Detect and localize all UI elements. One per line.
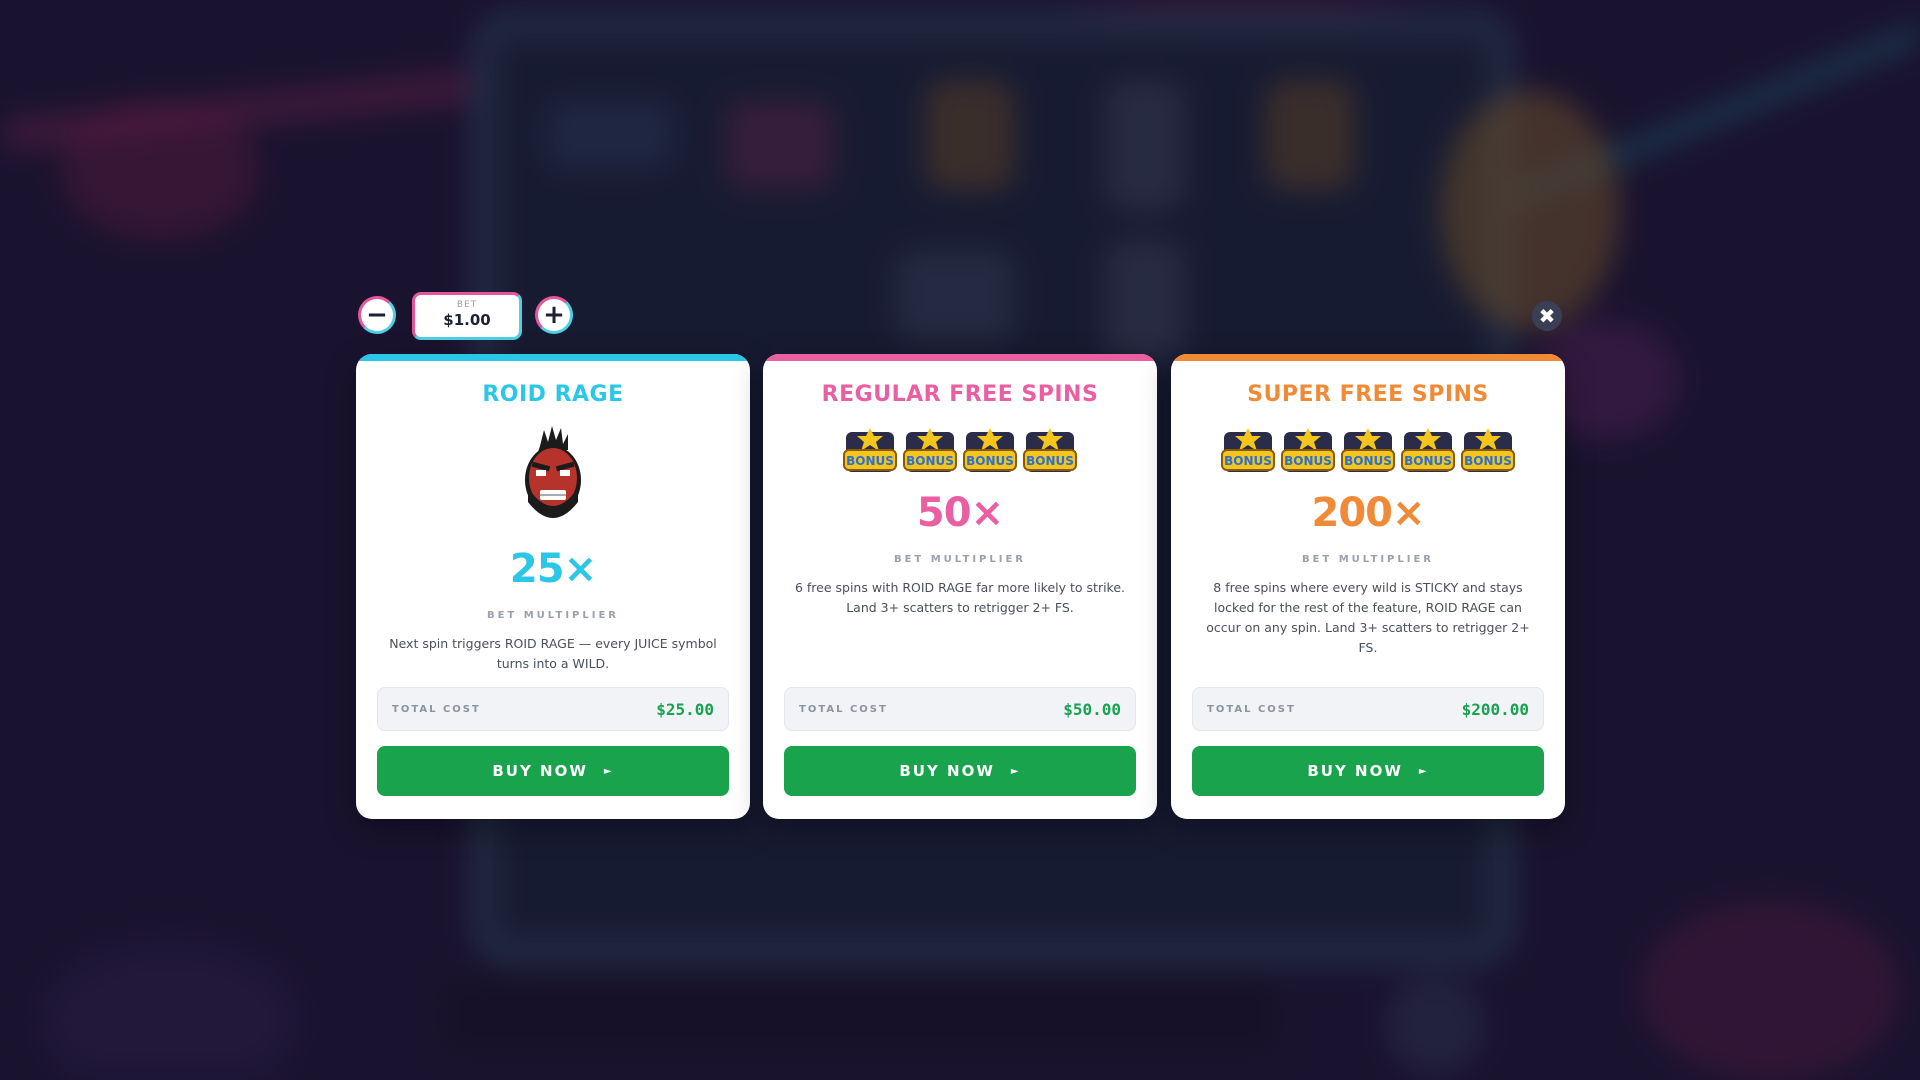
bet-display: BET $1.00 (412, 292, 522, 340)
feature-card-roid-rage: ROID RAGE 25× BET MULTIPLIER Next spin t… (356, 354, 750, 819)
card-description: 8 free spins where every wild is STICKY … (1206, 580, 1530, 655)
total-cost-label: TOTAL COST (1207, 703, 1296, 715)
bonus-scatter-icon: BONUS (1221, 428, 1275, 472)
bonus-scatter-icon: BONUS (1023, 428, 1077, 472)
svg-text:BONUS: BONUS (1404, 454, 1452, 468)
bet-multiplier: 200× (1311, 490, 1425, 536)
bonus-scatter-icon: BONUS (903, 428, 957, 472)
svg-text:BONUS: BONUS (966, 454, 1014, 468)
buy-now-label: BUY NOW (492, 762, 588, 780)
svg-text:BONUS: BONUS (846, 454, 894, 468)
multiplier-label: BET MULTIPLIER (893, 554, 1027, 565)
play-arrow-icon: ► (603, 765, 614, 777)
card-title: SUPER FREE SPINS (1247, 382, 1489, 407)
bet-label: BET (456, 300, 478, 310)
scatter-icons: BONUS BONUS BONUS BONUS (763, 426, 1157, 478)
bonus-scatter-icon: BONUS (1281, 428, 1335, 472)
card-description: 6 free spins with ROID RAGE far more lik… (794, 580, 1126, 615)
close-icon: ✖ (1538, 304, 1556, 328)
svg-text:BONUS: BONUS (1464, 454, 1512, 468)
multiplier-label: BET MULTIPLIER (1301, 554, 1435, 565)
bonus-scatter-icon: BONUS (843, 428, 897, 472)
total-cost-box: TOTAL COST $25.00 (377, 687, 729, 731)
bet-increase-button[interactable]: + (535, 296, 573, 334)
buy-now-button[interactable]: BUY NOW ► (1192, 746, 1544, 796)
bonus-scatter-icon: BONUS (1461, 428, 1515, 472)
card-description: Next spin triggers ROID RAGE — every JUI… (389, 636, 717, 671)
feature-card-regular-free-spins: REGULAR FREE SPINS BONUS BONUS BONUS BON… (763, 354, 1157, 819)
angry-face-icon (525, 426, 581, 518)
buy-now-button[interactable]: BUY NOW ► (377, 746, 729, 796)
bonus-scatter-icon: BONUS (1401, 428, 1455, 472)
buy-now-label: BUY NOW (899, 762, 995, 780)
total-cost-label: TOTAL COST (799, 703, 888, 715)
play-arrow-icon: ► (1010, 765, 1021, 777)
bet-decrease-button[interactable]: − (358, 296, 396, 334)
multiplier-label: BET MULTIPLIER (486, 610, 620, 621)
card-title: REGULAR FREE SPINS (821, 382, 1099, 407)
total-cost-value: $25.00 (656, 699, 714, 719)
card-accent-bar (763, 354, 1157, 361)
bonus-scatter-icon: BONUS (963, 428, 1017, 472)
bet-multiplier: 50× (916, 490, 1004, 536)
bet-multiplier: 25× (509, 546, 597, 592)
bet-value: $1.00 (443, 311, 491, 329)
total-cost-value: $50.00 (1063, 699, 1121, 719)
svg-text:BONUS: BONUS (1224, 454, 1272, 468)
scatter-icons: BONUS BONUS BONUS BONUS BONUS (1171, 426, 1565, 478)
bonus-scatter-icon: BONUS (1341, 428, 1395, 472)
svg-text:BONUS: BONUS (1284, 454, 1332, 468)
total-cost-label: TOTAL COST (392, 703, 481, 715)
plus-icon: + (543, 300, 565, 330)
card-accent-bar (1171, 354, 1565, 361)
minus-icon: − (366, 300, 388, 330)
total-cost-value: $200.00 (1461, 699, 1529, 719)
svg-text:BONUS: BONUS (1026, 454, 1074, 468)
close-button[interactable]: ✖ (1532, 301, 1562, 331)
svg-text:BONUS: BONUS (906, 454, 954, 468)
total-cost-box: TOTAL COST $200.00 (1192, 687, 1544, 731)
svg-text:BONUS: BONUS (1344, 454, 1392, 468)
feature-card-super-free-spins: SUPER FREE SPINS BONUS BONUS BONUS BONUS… (1171, 354, 1565, 819)
buy-now-button[interactable]: BUY NOW ► (784, 746, 1136, 796)
card-title: ROID RAGE (482, 382, 624, 407)
play-arrow-icon: ► (1418, 765, 1429, 777)
total-cost-box: TOTAL COST $50.00 (784, 687, 1136, 731)
buy-now-label: BUY NOW (1307, 762, 1403, 780)
card-accent-bar (356, 354, 750, 361)
